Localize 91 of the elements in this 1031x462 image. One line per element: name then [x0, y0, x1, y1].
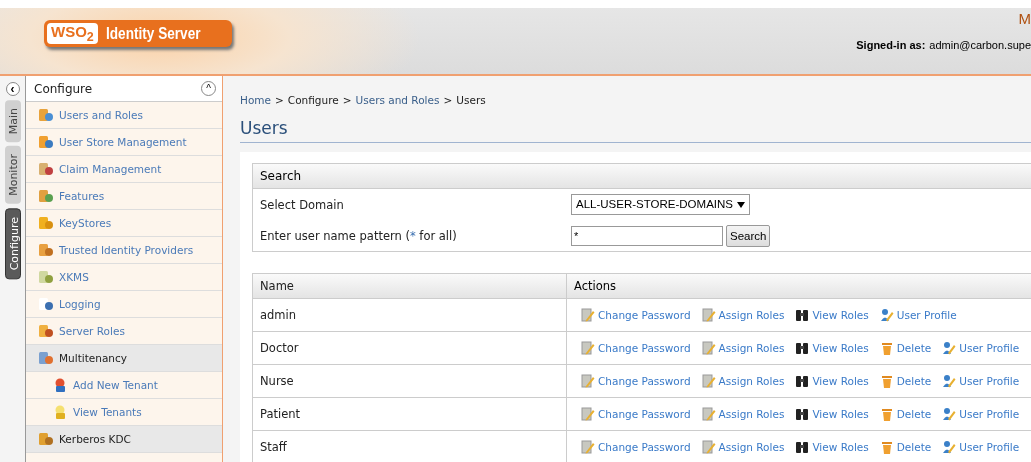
menu-item[interactable]: Trusted Identity Providers [26, 237, 222, 264]
action-link[interactable]: View Roles [795, 407, 869, 421]
menu-item[interactable]: User Store Management [26, 129, 222, 156]
binoculars-icon [795, 440, 810, 454]
action-link[interactable]: Delete [879, 374, 932, 388]
edit-document-icon [581, 407, 595, 421]
column-header: Actions [573, 278, 616, 295]
action-link[interactable]: Change Password [581, 341, 691, 355]
collapse-button[interactable]: ‹ [5, 82, 20, 96]
menu-item[interactable]: KeyStores [26, 210, 222, 237]
user-edit-icon [942, 407, 957, 421]
action-link[interactable]: Change Password [581, 308, 691, 322]
binoculars-icon [795, 374, 810, 388]
dropdown-arrow-icon [737, 201, 745, 208]
action-link[interactable]: Change Password [581, 440, 691, 454]
action-link[interactable]: Change Password [581, 407, 691, 421]
trash-icon [879, 341, 894, 355]
side-tab[interactable]: Main [4, 100, 21, 143]
menu-title: Configure [34, 81, 93, 96]
action-link[interactable]: Delete [879, 341, 932, 355]
user-name-cell: Patient [253, 398, 567, 430]
signed-in-user: admin@carbon.supe [929, 39, 1031, 51]
edit-document-icon [581, 374, 595, 388]
action-link[interactable]: Delete [879, 407, 932, 421]
action-link[interactable]: Delete [879, 440, 932, 454]
header-text: M [1018, 10, 1031, 27]
breadcrumb-link[interactable]: Users and Roles [355, 94, 440, 106]
edit-document-icon [701, 407, 716, 421]
breadcrumb-separator: > [443, 94, 453, 106]
product-logo: WSO$_{2}$ Identity Server [44, 20, 232, 47]
menu-item[interactable]: Users and Roles [26, 102, 222, 129]
edit-document-icon [701, 308, 716, 322]
edit-document-icon [701, 374, 716, 388]
action-link[interactable]: User Profile [942, 341, 1020, 355]
action-link[interactable]: Assign Roles [701, 407, 785, 421]
action-link[interactable]: User Profile [879, 308, 957, 322]
search-panel-title: Search [253, 164, 1031, 189]
pattern-label: Enter user name pattern (* for all) [260, 228, 458, 243]
user-edit-icon [879, 308, 894, 322]
edit-document-icon [701, 341, 716, 355]
domain-label: Select Domain [260, 197, 345, 212]
menu-item[interactable]: Add New Tenant [26, 372, 222, 399]
breadcrumb-text: Users [456, 94, 486, 106]
edit-document-icon [581, 341, 595, 355]
search-button[interactable]: Search [726, 224, 771, 247]
menu-item[interactable]: Claim Management [26, 156, 222, 183]
domain-dropdown[interactable]: ALL-USER-STORE-DOMAINS [571, 194, 750, 215]
action-link[interactable]: User Profile [942, 407, 1020, 421]
signed-in-label: Signed-in as: [856, 39, 926, 51]
collapse-menu-button[interactable]: ^ [201, 81, 216, 96]
side-tab[interactable]: Monitor [4, 146, 21, 205]
trash-icon [879, 440, 894, 454]
binoculars-icon [795, 308, 810, 322]
user-name-cell: Doctor [253, 332, 567, 364]
action-link[interactable]: View Roles [795, 341, 869, 355]
menu-item[interactable]: Kerberos KDC [26, 426, 222, 453]
user-name-cell: Nurse [253, 365, 567, 397]
breadcrumb-separator: > [275, 94, 284, 106]
breadcrumb-link[interactable]: Home [240, 94, 271, 106]
menu-item[interactable]: Logging [26, 291, 222, 318]
action-link[interactable]: View Roles [795, 440, 869, 454]
user-name-cell: Staff [253, 431, 567, 462]
action-link[interactable]: User Profile [942, 374, 1020, 388]
breadcrumb-separator: > [342, 94, 352, 106]
action-link[interactable]: Change Password [581, 374, 691, 388]
edit-document-icon [581, 440, 595, 454]
edit-document-icon [701, 440, 716, 454]
action-link[interactable]: Assign Roles [701, 440, 785, 454]
side-tab[interactable]: Configure [4, 208, 21, 280]
trash-icon [879, 407, 894, 421]
action-link[interactable]: View Roles [795, 308, 869, 322]
user-edit-icon [942, 374, 957, 388]
menu-item[interactable]: Multitenancy [26, 345, 222, 372]
page-title: Users [240, 118, 1031, 143]
user-edit-icon [942, 440, 957, 454]
binoculars-icon [795, 407, 810, 421]
action-link[interactable]: Assign Roles [701, 374, 785, 388]
edit-document-icon [581, 308, 595, 322]
column-header: Name [253, 274, 567, 298]
trash-icon [879, 374, 894, 388]
binoculars-icon [795, 341, 810, 355]
breadcrumb-text: Configure [287, 94, 339, 106]
menu-item[interactable]: XKMS [26, 264, 222, 291]
pattern-input[interactable]: * [571, 225, 723, 246]
user-edit-icon [942, 341, 957, 355]
menu-item[interactable]: Features [26, 183, 222, 210]
action-link[interactable]: View Roles [795, 374, 869, 388]
action-link[interactable]: Assign Roles [701, 308, 785, 322]
action-link[interactable]: User Profile [942, 440, 1020, 454]
action-link[interactable]: Assign Roles [701, 341, 785, 355]
user-name-cell: admin [253, 299, 567, 331]
